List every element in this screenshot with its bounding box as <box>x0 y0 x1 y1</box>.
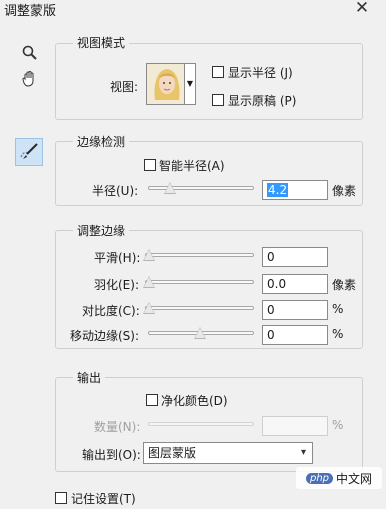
contrast-slider-handle[interactable] <box>143 302 155 314</box>
php-watermark: php 中文网 <box>296 467 382 489</box>
feather-label: 羽化(E): <box>94 278 139 292</box>
show-original-checkbox[interactable] <box>212 94 224 109</box>
view-mode-legend: 视图模式 <box>73 34 130 51</box>
view-label: 视图: <box>110 80 139 94</box>
shift-edge-label: 移动边缘(S): <box>70 329 140 343</box>
smart-radius-checkbox[interactable] <box>144 159 156 174</box>
dialog-title: 调整蒙版 <box>4 4 57 19</box>
smooth-input[interactable]: 0 <box>262 247 328 267</box>
radius-unit: 像素 <box>332 184 357 198</box>
contrast-input[interactable]: 0 <box>262 300 328 320</box>
contrast-slider[interactable] <box>143 300 254 316</box>
feather-input[interactable]: 0.0 <box>262 274 328 294</box>
amount-unit: % <box>332 418 344 432</box>
amount-slider[interactable] <box>146 416 254 432</box>
output-legend: 输出 <box>73 369 106 386</box>
adjust-edge-legend: 调整边缘 <box>73 222 130 239</box>
edge-detection-legend: 边缘检测 <box>73 133 130 150</box>
radius-input[interactable]: 4.2 <box>262 180 328 200</box>
smart-radius-label: 智能半径(A) <box>159 159 225 173</box>
show-radius-checkbox[interactable] <box>212 66 224 81</box>
radius-label: 半径(U): <box>92 184 139 198</box>
view-dropdown-arrow-icon[interactable]: ▼ <box>184 63 196 105</box>
amount-label: 数量(N): <box>94 420 141 434</box>
decontaminate-colors-label: 净化颜色(D) <box>161 394 228 408</box>
shift-edge-input[interactable]: 0 <box>262 325 328 345</box>
smooth-slider[interactable] <box>143 247 254 263</box>
radius-slider[interactable] <box>146 180 254 196</box>
feather-slider-handle[interactable] <box>143 276 155 288</box>
contrast-label: 对比度(C): <box>82 304 140 318</box>
remember-settings-checkbox[interactable] <box>55 492 67 507</box>
radius-slider-handle[interactable] <box>164 182 176 194</box>
refine-radius-brush-icon[interactable] <box>15 138 43 166</box>
smooth-slider-handle[interactable] <box>143 249 155 261</box>
close-icon[interactable]: ✕ <box>351 0 373 18</box>
zoom-icon[interactable] <box>19 42 41 64</box>
show-radius-label: 显示半径 (J) <box>228 66 293 80</box>
output-to-select[interactable]: 图层蒙版 ▾ <box>143 442 313 464</box>
chevron-down-icon: ▾ <box>300 447 306 458</box>
view-thumbnail[interactable] <box>146 63 188 105</box>
view-mode-group <box>55 43 363 120</box>
amount-input[interactable] <box>262 416 328 436</box>
shift-edge-slider[interactable] <box>146 325 254 341</box>
hand-icon[interactable] <box>19 68 41 90</box>
watermark-text: 中文网 <box>336 471 373 486</box>
contrast-unit: % <box>332 302 344 316</box>
decontaminate-colors-checkbox[interactable] <box>146 394 158 409</box>
shift-edge-slider-handle[interactable] <box>194 327 206 339</box>
output-to-label: 输出到(O): <box>82 448 141 462</box>
feather-slider[interactable] <box>143 274 254 290</box>
feather-unit: 像素 <box>332 278 357 292</box>
shift-edge-unit: % <box>332 327 344 341</box>
remember-settings-label: 记住设置(T) <box>71 492 136 506</box>
smooth-label: 平滑(H): <box>94 251 141 265</box>
show-original-label: 显示原稿 (P) <box>228 94 297 108</box>
php-logo: php <box>305 472 334 484</box>
